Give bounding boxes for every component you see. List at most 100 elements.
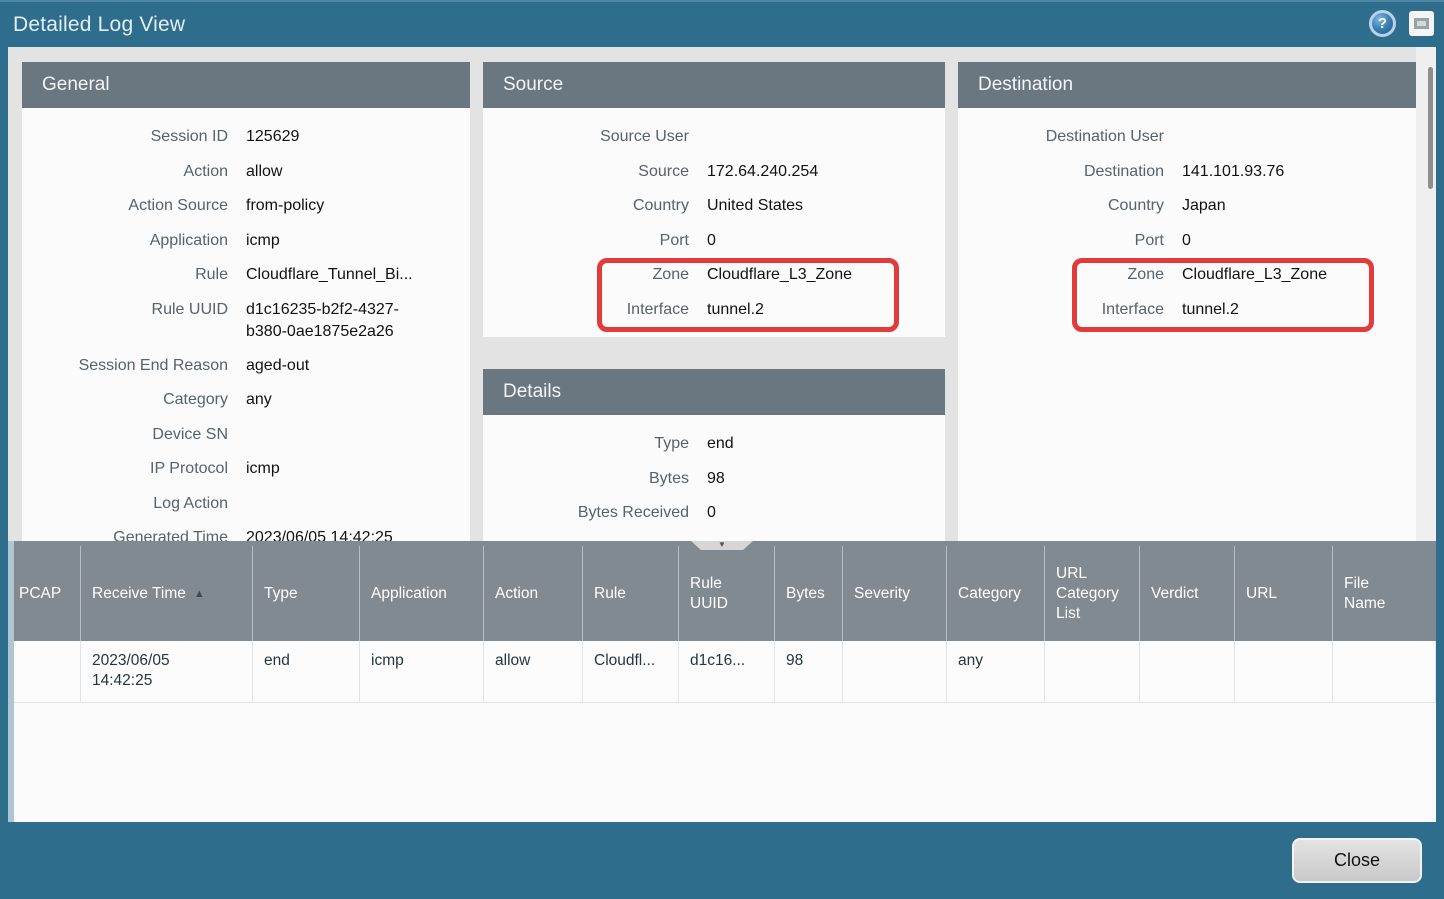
field-label: Country (483, 195, 689, 217)
cell-url-category-list (1045, 641, 1140, 703)
source-panel: Source Source User Source 172.64.240.254… (483, 62, 945, 337)
field-label: Source User (483, 126, 689, 148)
field-label: Session ID (22, 126, 228, 148)
log-detail-panels-area: General Session ID 125629 Action allow A… (8, 47, 1436, 541)
row-destination-port: Port 0 (958, 224, 1416, 259)
row-ip-protocol: IP Protocol icmp (22, 452, 470, 487)
column-header-application[interactable]: Application (360, 546, 484, 641)
field-label: Type (483, 433, 689, 455)
row-rule: Rule Cloudflare_Tunnel_Bi... (22, 258, 470, 293)
cell-action: allow (484, 641, 583, 703)
destination-panel: Destination Destination User Destination… (958, 62, 1416, 541)
field-value: Japan (1182, 195, 1226, 217)
field-value: 98 (707, 468, 725, 490)
row-generated-time: Generated Time 2023/06/05 14:42:25 (22, 521, 470, 541)
row-action-source: Action Source from-policy (22, 189, 470, 224)
column-header-bytes[interactable]: Bytes (775, 546, 843, 641)
sort-ascending-icon: ▲ (194, 584, 205, 604)
help-icon[interactable]: ? (1369, 10, 1396, 37)
column-header-action[interactable]: Action (484, 546, 583, 641)
log-table-header: PCAP Receive Time ▲ Type Application Act… (8, 541, 1436, 641)
cell-bytes: 98 (775, 641, 843, 703)
row-source-zone: Zone Cloudflare_L3_Zone (483, 258, 945, 293)
field-label: Rule UUID (22, 299, 228, 321)
details-panel: Details Type end Bytes 98 Bytes Received… (483, 369, 945, 541)
cell-rule: Cloudfl... (583, 641, 679, 703)
column-header-rule[interactable]: Rule (583, 546, 679, 641)
field-value: allow (246, 161, 282, 183)
row-destination-interface: Interface tunnel.2 (958, 293, 1416, 328)
field-label: Destination User (958, 126, 1164, 148)
log-table-section: ▼ PCAP Receive Time ▲ Type Application A… (8, 541, 1436, 822)
column-header-url[interactable]: URL (1235, 546, 1333, 641)
field-label: Device SN (22, 424, 228, 446)
vertical-scrollbar-track (1416, 47, 1436, 541)
row-session-id: Session ID 125629 (22, 120, 470, 155)
cell-url (1235, 641, 1333, 703)
close-button[interactable]: Close (1292, 838, 1422, 883)
column-header-type[interactable]: Type (253, 546, 360, 641)
field-label: Session End Reason (22, 355, 228, 377)
maximize-window-icon[interactable] (1409, 11, 1434, 36)
page-title: Detailed Log View (0, 13, 185, 37)
field-label: Generated Time (22, 527, 228, 541)
column-header-category[interactable]: Category (947, 546, 1045, 641)
field-label: Category (22, 389, 228, 411)
column-header-rule-uuid[interactable]: Rule UUID (679, 546, 775, 641)
row-bytes-received: Bytes Received 0 (483, 496, 945, 531)
cell-type: end (253, 641, 360, 703)
column-header-severity[interactable]: Severity (843, 546, 947, 641)
field-value: Cloudflare_Tunnel_Bi... (246, 264, 413, 286)
cell-severity (843, 641, 947, 703)
field-value: 141.101.93.76 (1182, 161, 1284, 183)
field-value: end (707, 433, 734, 455)
field-label: Action (22, 161, 228, 183)
field-label: Port (483, 230, 689, 252)
column-header-receive-time[interactable]: Receive Time ▲ (81, 546, 253, 641)
cell-file-name (1333, 641, 1436, 703)
row-log-action: Log Action (22, 487, 470, 522)
field-value: 0 (707, 502, 716, 524)
field-value: aged-out (246, 355, 309, 377)
row-action: Action allow (22, 155, 470, 190)
field-value: icmp (246, 458, 280, 480)
field-value: tunnel.2 (1182, 299, 1239, 321)
field-value: d1c16235-b2f2-4327-b380-0ae1875e2a26 (246, 299, 414, 343)
column-header-verdict[interactable]: Verdict (1140, 546, 1235, 641)
column-header-pcap[interactable]: PCAP (8, 546, 81, 641)
chevron-down-icon: ▼ (718, 541, 726, 549)
column-header-file-name[interactable]: File Name (1333, 546, 1436, 641)
field-value: Cloudflare_L3_Zone (1182, 264, 1327, 286)
row-destination-country: Country Japan (958, 189, 1416, 224)
column-header-url-category-list[interactable]: URL Category List (1045, 546, 1140, 641)
details-panel-header: Details (483, 369, 945, 415)
cell-application: icmp (360, 641, 484, 703)
field-value: from-policy (246, 195, 324, 217)
source-panel-header: Source (483, 62, 945, 108)
field-label: Bytes (483, 468, 689, 490)
row-destination-address: Destination 141.101.93.76 (958, 155, 1416, 190)
row-bytes: Bytes 98 (483, 462, 945, 497)
row-type: Type end (483, 427, 945, 462)
row-destination-user: Destination User (958, 120, 1416, 155)
row-application: Application icmp (22, 224, 470, 259)
row-category: Category any (22, 383, 470, 418)
field-label: Action Source (22, 195, 228, 217)
field-value: United States (707, 195, 803, 217)
field-label: Port (958, 230, 1164, 252)
titlebar: Detailed Log View ? (0, 0, 1444, 47)
field-label: Destination (958, 161, 1164, 183)
field-label: Country (958, 195, 1164, 217)
field-label: Log Action (22, 493, 228, 515)
destination-panel-header: Destination (958, 62, 1416, 108)
vertical-scrollbar-thumb[interactable] (1428, 67, 1433, 189)
field-value: tunnel.2 (707, 299, 764, 321)
log-table-row[interactable]: 2023/06/05 14:42:25 end icmp allow Cloud… (8, 641, 1436, 703)
table-left-accent (8, 541, 14, 822)
general-panel: General Session ID 125629 Action allow A… (22, 62, 470, 541)
field-label: Interface (483, 299, 689, 321)
field-value: icmp (246, 230, 280, 252)
field-value: Cloudflare_L3_Zone (707, 264, 852, 286)
cell-rule-uuid: d1c16... (679, 641, 775, 703)
field-value: any (246, 389, 272, 411)
